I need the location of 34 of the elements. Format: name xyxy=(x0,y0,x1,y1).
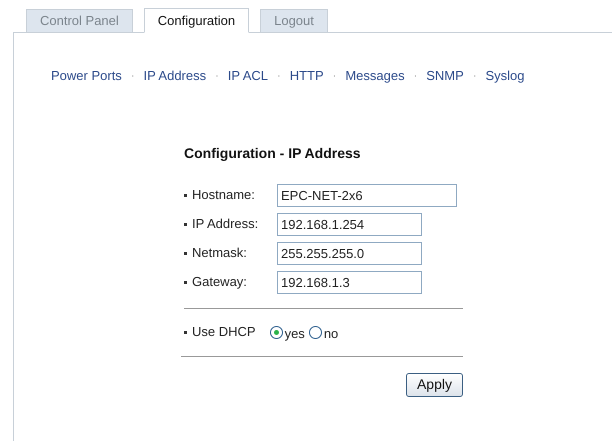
nav-link[interactable]: IP Address xyxy=(143,66,206,86)
nav-separator: · xyxy=(215,68,219,84)
tab[interactable]: Configuration xyxy=(144,8,250,33)
nav-separator: · xyxy=(130,68,134,84)
field-label: Netmask: xyxy=(192,244,248,262)
nav-separator: · xyxy=(277,68,281,84)
nav-link[interactable]: SNMP xyxy=(426,66,464,86)
bullet-icon xyxy=(184,194,187,196)
bullet-icon xyxy=(184,330,187,334)
nav-separator: · xyxy=(472,68,476,84)
nav-link[interactable]: IP ACL xyxy=(228,66,268,86)
field-label: IP Address: xyxy=(192,215,260,234)
radio-button[interactable] xyxy=(270,326,283,338)
bullet-icon xyxy=(184,252,187,254)
radio-label: yes xyxy=(284,324,305,343)
nav-link[interactable]: Syslog xyxy=(485,66,525,86)
dhcp-label: Use DHCP xyxy=(192,323,256,342)
nav-link[interactable]: HTTP xyxy=(290,66,324,86)
text-field[interactable]: 255.255.255.0 xyxy=(277,242,422,264)
text-field[interactable]: EPC-NET-2x6 xyxy=(277,184,457,206)
field-label: Gateway: xyxy=(192,273,248,292)
text-field[interactable]: 192.168.1.3 xyxy=(277,270,422,294)
text-field[interactable]: 192.168.1.254 xyxy=(277,212,422,236)
form-title: Configuration - IP Address xyxy=(183,144,362,163)
nav-link[interactable]: Power Ports xyxy=(51,66,122,86)
bullet-icon xyxy=(184,222,187,226)
field-label: Hostname: xyxy=(192,186,256,204)
apply-button[interactable]: Apply xyxy=(406,372,463,396)
nav-link[interactable]: Messages xyxy=(345,66,405,86)
nav-separator: · xyxy=(414,68,418,84)
nav-separator: · xyxy=(332,68,336,84)
bullet-icon xyxy=(184,280,187,284)
radio-label: no xyxy=(324,324,338,343)
radio-button[interactable] xyxy=(308,326,322,338)
